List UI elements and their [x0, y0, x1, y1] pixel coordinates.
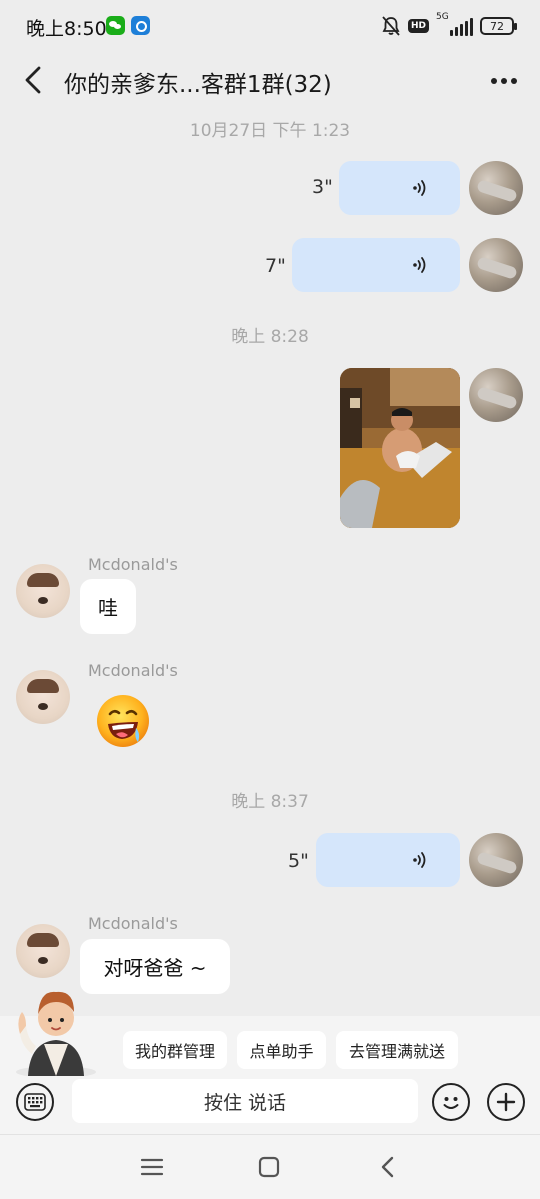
- hold-to-talk-button[interactable]: 按住 说话: [72, 1079, 418, 1123]
- more-dots-icon[interactable]: [484, 66, 524, 96]
- voice-wave-icon: [413, 852, 426, 868]
- voice-message-bubble[interactable]: [292, 238, 460, 292]
- quick-action-free-gift-manage[interactable]: 去管理满就送: [336, 1031, 458, 1069]
- self-avatar[interactable]: [469, 368, 523, 422]
- hub-icon: [131, 16, 150, 35]
- chat-title[interactable]: 你的亲爹东...客群1群(32): [64, 65, 332, 99]
- self-avatar[interactable]: [469, 238, 523, 292]
- quick-action-order-assistant[interactable]: 点单助手: [237, 1031, 326, 1069]
- voice-duration: 7": [265, 255, 286, 277]
- sender-name: Mcdonald's: [88, 661, 178, 680]
- timestamp: 晚上 8:28: [231, 327, 309, 347]
- chevron-left-icon[interactable]: [18, 62, 54, 98]
- chip-label: 去管理满就送: [348, 1042, 445, 1061]
- hold-to-talk-label: 按住 说话: [203, 1091, 287, 1114]
- voice-wave-icon: [413, 180, 426, 196]
- voice-message-bubble[interactable]: [339, 161, 460, 215]
- status-indicators: HD 5G 72: [381, 12, 517, 38]
- status-bar: 晚上8:50 HD 5G 72: [0, 0, 540, 52]
- chip-label: 我的群管理: [134, 1042, 215, 1061]
- keyboard-icon[interactable]: [16, 1083, 54, 1121]
- status-time: 晚上8:50: [26, 18, 107, 40]
- member-avatar[interactable]: [16, 924, 70, 978]
- smiley-icon[interactable]: [432, 1083, 470, 1121]
- system-nav-bar: [0, 1134, 540, 1199]
- battery-level: 72: [490, 19, 504, 33]
- member-avatar[interactable]: [16, 564, 70, 618]
- home-icon[interactable]: [258, 1156, 280, 1178]
- menu-icon[interactable]: [140, 1157, 164, 1177]
- drooling-face-emoji[interactable]: [94, 692, 152, 750]
- self-avatar[interactable]: [469, 833, 523, 887]
- text-message-bubble[interactable]: 对呀爸爸 ~: [80, 939, 230, 994]
- text-message-bubble[interactable]: 哇: [80, 579, 136, 634]
- message-text: 对呀爸爸 ~: [103, 956, 207, 980]
- plus-icon[interactable]: [487, 1083, 525, 1121]
- timestamp: 晚上 8:37: [231, 792, 309, 812]
- self-avatar[interactable]: [469, 161, 523, 215]
- voice-message-bubble[interactable]: [316, 833, 460, 887]
- hd-badge-icon: HD: [407, 19, 429, 33]
- network-type: 5G: [436, 12, 449, 22]
- sender-name: Mcdonald's: [88, 914, 178, 933]
- message-text: 哇: [98, 596, 118, 620]
- sender-name: Mcdonald's: [88, 555, 178, 574]
- chat-header: 你的亲爹东...客群1群(32): [0, 52, 540, 110]
- mute-bell-icon: [382, 16, 400, 36]
- back-icon[interactable]: [377, 1155, 399, 1179]
- battery-icon: 72: [480, 17, 517, 35]
- quick-action-group-admin[interactable]: 我的群管理: [123, 1031, 227, 1069]
- wechat-icon: [106, 16, 125, 35]
- voice-wave-icon: [413, 257, 426, 273]
- timestamp: 10月27日 下午 1:23: [189, 121, 351, 141]
- photo-message[interactable]: [340, 368, 460, 528]
- chip-label: 点单助手: [249, 1042, 314, 1061]
- waving-mascot-icon[interactable]: [10, 980, 102, 1076]
- voice-duration: 5": [288, 850, 309, 872]
- voice-duration: 3": [312, 176, 333, 198]
- signal-icon: 5G: [436, 12, 473, 36]
- member-avatar[interactable]: [16, 670, 70, 724]
